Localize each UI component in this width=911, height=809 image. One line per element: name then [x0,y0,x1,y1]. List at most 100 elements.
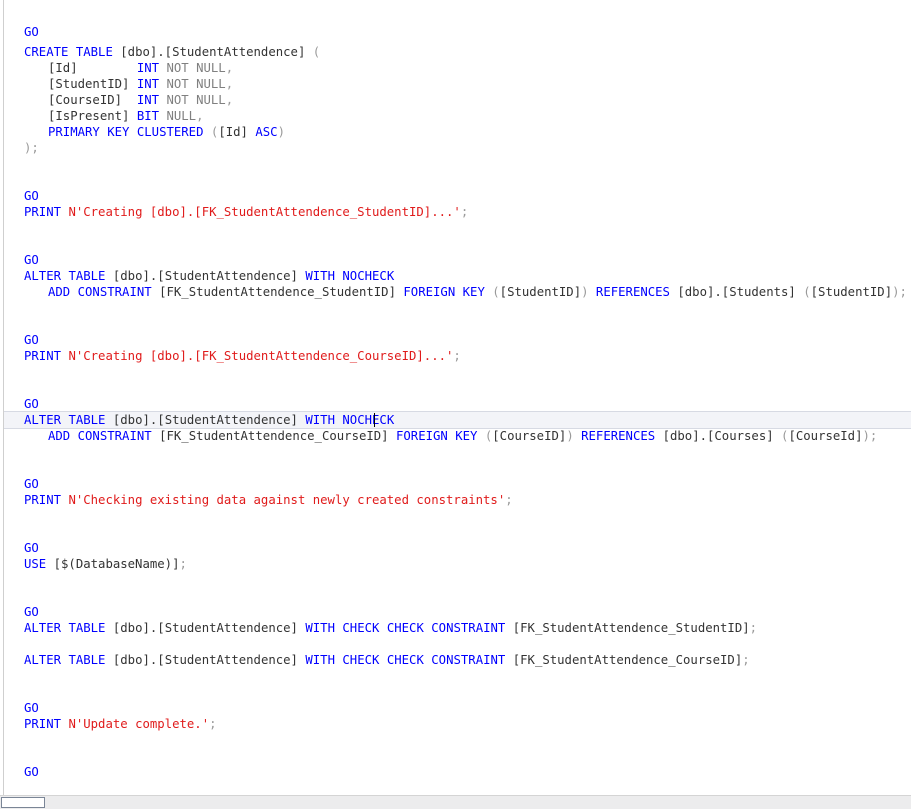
code-token-kw: REFERENCES [595,285,670,299]
code-line[interactable]: PRINT N'Creating [dbo].[FK_StudentAttend… [0,204,911,220]
code-token-id: [$(DatabaseName)] [53,557,180,571]
code-token-id: [FK_StudentAttendence_StudentID] [512,621,750,635]
sql-editor-window: GO CREATE TABLE [dbo].[StudentAttendence]… [0,0,911,809]
code-token-kw: GO [24,397,39,411]
code-token-kw: INT [136,93,160,107]
code-line[interactable]: [StudentID] INT NOT NULL, [0,76,911,92]
code-line[interactable]: GO [0,764,911,780]
code-line[interactable]: [Id] INT NOT NULL, [0,60,911,76]
code-token-punc: , [196,109,204,123]
code-token-kw: WITH [305,621,335,635]
code-line[interactable]: ADD CONSTRAINT [FK_StudentAttendence_Cou… [0,428,911,444]
code-token-kw: GO [24,541,39,555]
code-token-id: [CourseId] [788,429,863,443]
code-token-punc: ; [505,493,513,507]
code-token-id: [Id] [218,125,248,139]
code-token-kw: PRINT [24,349,62,363]
code-token-kw: PRINT [24,493,62,507]
code-line[interactable]: [CourseID] INT NOT NULL, [0,92,911,108]
code-token-kw: CHECK [342,621,380,635]
code-line[interactable]: GO [0,252,911,268]
code-token-kw: ALTER [24,653,62,667]
code-line[interactable]: CREATE TABLE [dbo].[StudentAttendence] ( [0,44,911,60]
code-line[interactable]: GO [0,700,911,716]
code-line[interactable]: PRINT N'Creating [dbo].[FK_StudentAttend… [0,348,911,364]
code-token-kw: KEY [107,125,130,139]
code-token-kw: TABLE [68,269,106,283]
code-line[interactable]: ALTER TABLE [dbo].[StudentAttendence] WI… [0,412,911,428]
code-token-punc: , [225,61,234,75]
code-token-id: [dbo].[StudentAttendence] [112,413,298,427]
code-line[interactable]: PRIMARY KEY CLUSTERED ([Id] ASC) [0,124,911,140]
code-token-id: [Id] [48,61,78,75]
text-caret [374,413,375,427]
code-line[interactable]: ADD CONSTRAINT [FK_StudentAttendence_Stu… [0,284,911,300]
code-line[interactable]: USE [$(DatabaseName)]; [0,556,911,572]
code-token-punc: ( [492,285,500,299]
code-token-id: [dbo].[StudentAttendence] [112,269,298,283]
code-token-punc: , [225,77,234,91]
horizontal-scrollbar[interactable] [0,795,911,809]
code-line[interactable]: ALTER TABLE [dbo].[StudentAttendence] WI… [0,268,911,284]
code-line[interactable]: PRINT N'Checking existing data against n… [0,492,911,508]
code-line[interactable]: ); [0,140,911,156]
code-token-id: [FK_StudentAttendence_CourseID] [512,653,743,667]
code-line[interactable]: [IsPresent] BIT NULL, [0,108,911,124]
code-token-punc: ; [742,653,750,667]
code-line[interactable]: GO [0,188,911,204]
code-line[interactable]: PRINT N'Update complete.'; [0,716,911,732]
code-line[interactable]: GO [0,332,911,348]
code-token-kw: CONSTRAINT [77,429,152,443]
code-token-kw: WITH [305,269,335,283]
code-token-kw: GO [24,189,39,203]
code-line[interactable]: GO [0,476,911,492]
code-token-gray: NOT NULL [166,93,226,107]
code-line[interactable]: GO [0,24,911,40]
code-token-kw: BIT [136,109,160,123]
code-token-id: [IsPresent] [48,109,130,123]
code-token-id: [dbo].[Courses] [662,429,774,443]
code-token-punc: ); [892,285,907,299]
code-token-id: [FK_StudentAttendence_CourseID] [159,429,389,443]
code-line[interactable]: GO [0,540,911,556]
code-token-str: N'Creating [dbo].[FK_StudentAttendence_S… [68,205,461,219]
code-editor-surface[interactable]: GO CREATE TABLE [dbo].[StudentAttendence]… [0,0,911,795]
code-token-kw: CHECK [386,621,424,635]
code-line[interactable]: ALTER TABLE [dbo].[StudentAttendence] WI… [0,620,911,636]
code-line[interactable]: GO [0,396,911,412]
code-token-kw: KEY [455,429,478,443]
horizontal-scrollbar-thumb[interactable] [1,797,45,808]
code-token-kw: FOREIGN [396,429,448,443]
code-token-id: [CourseID] [492,429,567,443]
code-token-punc: ; [453,349,461,363]
code-token-kw: CONSTRAINT [431,653,506,667]
code-line[interactable]: ALTER TABLE [dbo].[StudentAttendence] WI… [0,652,911,668]
code-token-kw: KEY [462,285,485,299]
code-token-kw: ALTER [24,413,62,427]
code-token-id: [CourseID] [48,93,123,107]
code-token-kw: NOCHECK [342,413,395,427]
code-token-kw: REFERENCES [581,429,656,443]
code-token-kw: WITH [305,653,335,667]
code-token-kw: CHECK [386,653,424,667]
code-token-kw: TABLE [75,45,113,59]
code-token-id: [dbo].[StudentAttendence] [112,621,298,635]
code-token-kw: ALTER [24,621,62,635]
code-line[interactable]: GO [0,604,911,620]
